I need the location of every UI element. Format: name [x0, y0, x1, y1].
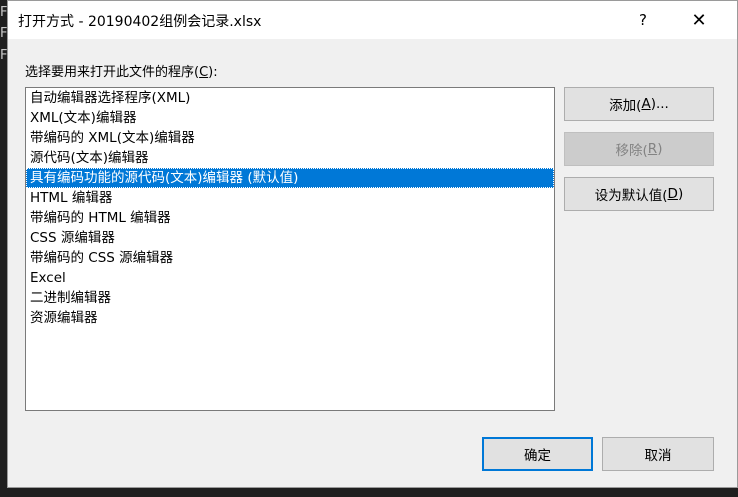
help-button[interactable]: ? [620, 1, 666, 39]
program-list-item[interactable]: 资源编辑器 [26, 308, 554, 328]
open-with-dialog: 打开方式 - 20190402组例会记录.xlsx ? ✕ 选择要用来打开此文件… [7, 0, 738, 488]
program-list-label: 选择要用来打开此文件的程序(C): [25, 65, 218, 80]
program-list[interactable]: 自动编辑器选择程序(XML) XML(文本)编辑器 带编码的 XML(文本)编辑器源… [25, 87, 555, 411]
program-list-item[interactable]: 二进制编辑器 [26, 288, 554, 308]
program-list-item[interactable]: 具有编码功能的源代码(文本)编辑器 (默认值) [26, 168, 554, 188]
close-icon: ✕ [691, 9, 707, 31]
program-list-item[interactable]: CSS 源编辑器 [26, 228, 554, 248]
program-list-item[interactable]: XML(文本)编辑器 [26, 108, 554, 128]
title-bar[interactable]: 打开方式 - 20190402组例会记录.xlsx ? ✕ [8, 1, 737, 39]
help-icon: ? [639, 11, 647, 29]
program-list-item[interactable]: 自动编辑器选择程序(XML) [26, 88, 554, 108]
window-title: 打开方式 - 20190402组例会记录.xlsx [18, 14, 262, 30]
program-list-item[interactable]: 带编码的 HTML 编辑器 [26, 208, 554, 228]
cancel-button[interactable]: 取消 [602, 437, 714, 471]
set-default-button[interactable]: 设为默认值(D) [564, 177, 714, 211]
program-list-item[interactable]: 带编码的 XML(文本)编辑器 [26, 128, 554, 148]
add-button[interactable]: 添加(A)... [564, 87, 714, 121]
program-list-item[interactable]: 源代码(文本)编辑器 [26, 148, 554, 168]
program-list-item[interactable]: 带编码的 CSS 源编辑器 [26, 248, 554, 268]
program-list-item[interactable]: Excel [26, 268, 554, 288]
close-button[interactable]: ✕ [676, 1, 722, 39]
ok-button[interactable]: 确定 [482, 437, 593, 471]
remove-button[interactable]: 移除(R) [564, 132, 714, 166]
program-list-item[interactable]: HTML 编辑器 [26, 188, 554, 208]
